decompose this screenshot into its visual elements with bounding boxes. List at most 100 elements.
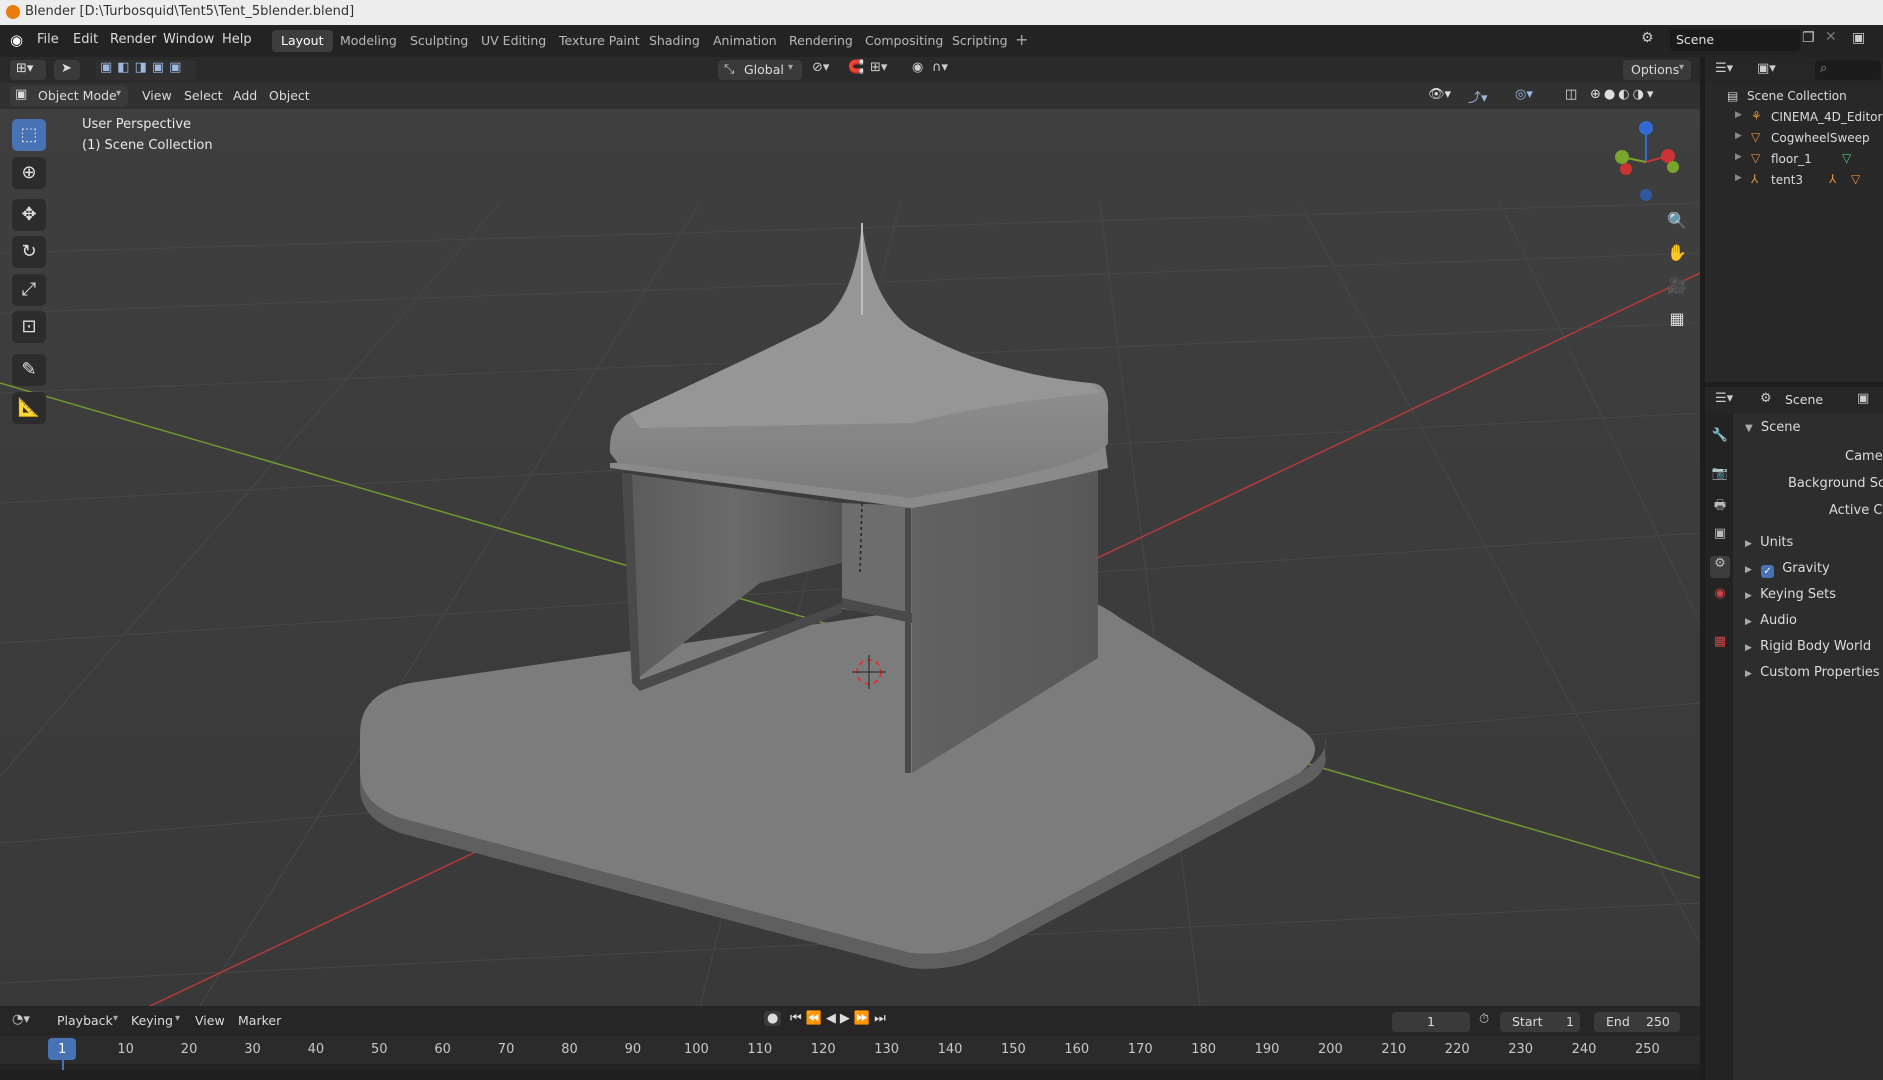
view-layer-icon[interactable]: ▣: [1852, 30, 1865, 46]
menu-select[interactable]: Select: [184, 88, 223, 103]
pan-button[interactable]: ✋: [1663, 239, 1691, 267]
list-item[interactable]: ▶ ⅄ tent3 ⅄ ▽: [1705, 171, 1883, 192]
record-button[interactable]: ●: [764, 1011, 782, 1026]
tab-sculpting[interactable]: Sculpting: [401, 30, 477, 52]
chevron-down-icon: ▾: [788, 62, 794, 73]
xray-icon[interactable]: ◫: [1565, 87, 1577, 102]
scene-icon[interactable]: ⚙: [1641, 30, 1654, 46]
menu-view[interactable]: View: [195, 1013, 225, 1028]
menu-view[interactable]: View: [142, 88, 172, 103]
display-mode-icon[interactable]: ▣▾: [1757, 61, 1776, 76]
gizmo-toggle-icon[interactable]: ⤴▾: [1468, 87, 1488, 106]
tab-scripting[interactable]: Scripting: [943, 30, 1017, 52]
visibility-eye-icon[interactable]: 👁▾: [1428, 87, 1451, 102]
pin-icon[interactable]: ▣: [1857, 391, 1869, 406]
outliner-editor-icon[interactable]: ☰▾: [1715, 61, 1733, 76]
tab-layout[interactable]: Layout: [272, 30, 333, 52]
tab-shading[interactable]: Shading: [640, 30, 709, 52]
new-scene-icon[interactable]: ❐: [1802, 30, 1815, 46]
rigid-body-world-panel[interactable]: ▶ Rigid Body World: [1745, 639, 1871, 654]
add-workspace-button[interactable]: +: [1015, 30, 1028, 49]
menu-keying[interactable]: Keying: [131, 1013, 173, 1028]
gravity-checkbox[interactable]: ✓: [1761, 565, 1775, 578]
move-tool[interactable]: ✥: [12, 199, 46, 231]
snap-icon[interactable]: 🧲: [848, 60, 864, 75]
3d-viewport[interactable]: User Perspective (1) Scene Collection ⬚ …: [0, 83, 1700, 1006]
zoom-button[interactable]: 🔍: [1663, 207, 1691, 235]
overlays-icon[interactable]: ◎▾: [1515, 87, 1533, 102]
texture-tab-icon[interactable]: ▦: [1710, 634, 1730, 656]
tool-settings-tab-icon[interactable]: 🔧: [1710, 428, 1730, 450]
menu-window[interactable]: Window: [163, 32, 214, 47]
mode-dropdown[interactable]: ▣ Object Mode ▾: [10, 86, 128, 106]
object-mode-icon: ▣: [15, 87, 28, 102]
menu-help[interactable]: Help: [222, 32, 252, 47]
list-item[interactable]: ▶ ▽ floor_1 ▽: [1705, 150, 1883, 171]
menu-add[interactable]: Add: [233, 88, 257, 103]
properties-editor-icon[interactable]: ☰▾: [1715, 391, 1733, 406]
clock-icon[interactable]: ⏱: [1479, 1012, 1489, 1027]
scene-selector[interactable]: Scene: [1670, 29, 1800, 51]
expand-arrow-icon[interactable]: ▶: [1735, 110, 1742, 120]
menu-marker[interactable]: Marker: [238, 1013, 281, 1028]
timeline-scrollbar[interactable]: [0, 1070, 1700, 1080]
tab-animation[interactable]: Animation: [704, 30, 786, 52]
transform-tool[interactable]: ⊡: [12, 311, 46, 343]
keying-sets-panel[interactable]: ▶ Keying Sets: [1745, 587, 1836, 602]
menu-playback[interactable]: Playback: [57, 1013, 113, 1028]
cursor-tool[interactable]: ⊕: [12, 157, 46, 189]
annotate-tool[interactable]: ✎: [12, 354, 46, 386]
blender-menu-icon[interactable]: ◉: [10, 31, 23, 49]
transform-orientation-dropdown[interactable]: ⤡ Global ▾: [718, 60, 802, 80]
custom-properties-panel[interactable]: ▶ Custom Properties: [1745, 665, 1880, 680]
tab-modeling[interactable]: Modeling: [331, 30, 406, 52]
falloff-icon[interactable]: ∩▾: [932, 60, 948, 75]
transform-icon: ⊡: [21, 316, 37, 337]
ortho-toggle-button[interactable]: ▦: [1663, 305, 1691, 333]
menu-object[interactable]: Object: [269, 88, 310, 103]
gravity-panel[interactable]: ▶ ✓ Gravity: [1745, 561, 1830, 578]
menu-render[interactable]: Render: [110, 32, 156, 47]
chevron-down-icon: ▾: [175, 1013, 181, 1024]
camera-view-button[interactable]: 🎥: [1663, 272, 1691, 300]
measure-tool[interactable]: 📐: [12, 392, 46, 424]
audio-panel[interactable]: ▶ Audio: [1745, 613, 1797, 628]
timeline-tick-label: 70: [497, 1042, 515, 1057]
rotate-tool[interactable]: ↻: [12, 236, 46, 268]
expand-arrow-icon[interactable]: ▶: [1735, 131, 1742, 141]
outliner-root[interactable]: ▤ Scene Collection: [1705, 87, 1883, 108]
proportional-edit-icon[interactable]: ◉: [912, 60, 923, 75]
tab-compositing[interactable]: Compositing: [856, 30, 952, 52]
render-tab-icon[interactable]: 📷: [1710, 466, 1730, 488]
options-dropdown[interactable]: Options ▾: [1623, 60, 1691, 80]
pivot-point-icon[interactable]: ⊘▾: [812, 60, 829, 75]
snap-target-icon[interactable]: ⊞▾: [870, 60, 887, 75]
close-icon[interactable]: ✕: [1825, 29, 1837, 45]
tab-uv-editing[interactable]: UV Editing: [472, 30, 555, 52]
list-item[interactable]: ▶ ⚘ CINEMA_4D_Editor: [1705, 108, 1883, 129]
view-layer-tab-icon[interactable]: ▣: [1710, 526, 1730, 548]
select-tool-button[interactable]: ➤: [54, 60, 80, 80]
tab-texture-paint[interactable]: Texture Paint: [550, 30, 649, 52]
scale-tool[interactable]: ⤢: [12, 274, 46, 306]
expand-arrow-icon[interactable]: ▶: [1735, 173, 1742, 183]
current-frame-field[interactable]: 1: [1392, 1012, 1470, 1032]
units-panel[interactable]: ▶ Units: [1745, 535, 1793, 550]
menu-edit[interactable]: Edit: [73, 32, 98, 47]
list-item[interactable]: ▶ ▽ CogwheelSweep: [1705, 129, 1883, 150]
editor-type-button[interactable]: ⊞▾: [10, 60, 46, 80]
select-box-tool[interactable]: ⬚: [12, 119, 46, 151]
world-tab-icon[interactable]: ◉: [1710, 586, 1730, 608]
end-frame-field[interactable]: End 250: [1594, 1012, 1680, 1032]
expand-arrow-icon[interactable]: ▶: [1735, 152, 1742, 162]
scene-panel-header[interactable]: ▼ Scene: [1745, 420, 1800, 435]
menu-file[interactable]: File: [37, 32, 59, 47]
tab-rendering[interactable]: Rendering: [780, 30, 862, 52]
playback-controls[interactable]: ⏮⏪◀▶⏩⏭: [790, 1011, 890, 1026]
shading-modes-icons[interactable]: ⊕●◐◑▾: [1590, 87, 1656, 102]
output-tab-icon[interactable]: 🖶: [1710, 496, 1730, 518]
selection-mode-buttons[interactable]: ▣◧◨▣▣: [96, 60, 196, 80]
scene-tab-icon[interactable]: ⚙: [1710, 556, 1730, 578]
timeline-editor-icon[interactable]: ◔▾: [12, 1012, 30, 1027]
start-frame-field[interactable]: Start 1: [1500, 1012, 1580, 1032]
